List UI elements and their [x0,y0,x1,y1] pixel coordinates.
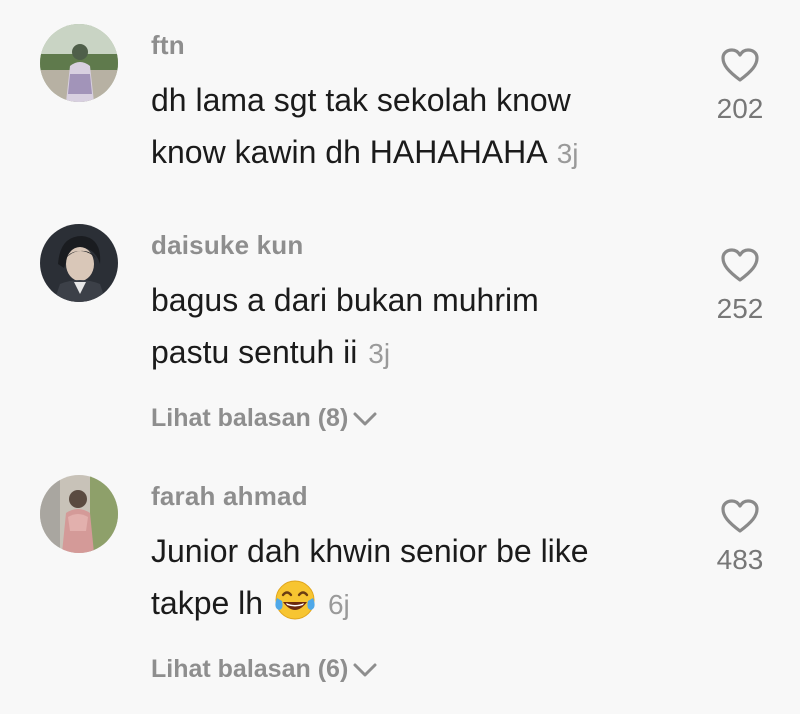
timestamp: 3j [556,138,579,169]
username[interactable]: farah ahmad [151,481,308,512]
comment-text-line: pastu sentuh ii 3j [151,326,681,380]
heart-icon[interactable] [720,498,760,534]
username[interactable]: ftn [151,30,185,61]
comment-text: bagus a dari bukan muhrim pastu sentuh i… [151,274,681,380]
like-count: 202 [716,93,764,124]
chevron-down-icon [353,663,377,676]
face-with-tears-of-joy-icon [275,580,315,620]
view-replies-label: Lihat balasan (6) [151,655,349,683]
comment-text-line2: pastu sentuh ii [151,334,358,370]
like-control: 483 [700,498,780,576]
avatar[interactable] [40,224,118,302]
like-count: 483 [716,544,764,575]
comment-text-line2: know kawin dh HAHAHAHA [151,134,546,170]
comment-text-line: know kawin dh HAHAHAHA 3j [151,126,681,180]
comment-text-line2: takpe lh [151,585,264,621]
anime-character-avatar-icon [40,224,118,302]
view-replies-label: Lihat balasan (8) [151,404,349,432]
timestamp: 6j [327,589,350,620]
view-replies-button[interactable]: Lihat balasan (6) [151,655,378,684]
comment-text: dh lama sgt tak sekolah know know kawin … [151,74,681,180]
like-control: 202 [700,47,780,125]
timestamp: 3j [368,338,391,369]
user-photo-avatar-icon [40,475,118,553]
like-control: 252 [700,247,780,325]
user-photo-avatar-icon [40,24,118,102]
comment-text-line: takpe lh 6j [151,577,681,631]
view-replies-button[interactable]: Lihat balasan (8) [151,404,378,433]
comment-text: Junior dah khwin senior be like takpe lh… [151,525,681,631]
avatar[interactable] [40,475,118,553]
username[interactable]: daisuke kun [151,230,303,261]
avatar[interactable] [40,24,118,102]
heart-icon[interactable] [720,47,760,83]
like-count: 252 [716,293,764,324]
comment-text-line: dh lama sgt tak sekolah know [151,82,571,118]
comment-text-line: bagus a dari bukan muhrim [151,282,539,318]
comment-text-line: Junior dah khwin senior be like [151,533,589,569]
chevron-down-icon [353,412,377,425]
heart-icon[interactable] [720,247,760,283]
